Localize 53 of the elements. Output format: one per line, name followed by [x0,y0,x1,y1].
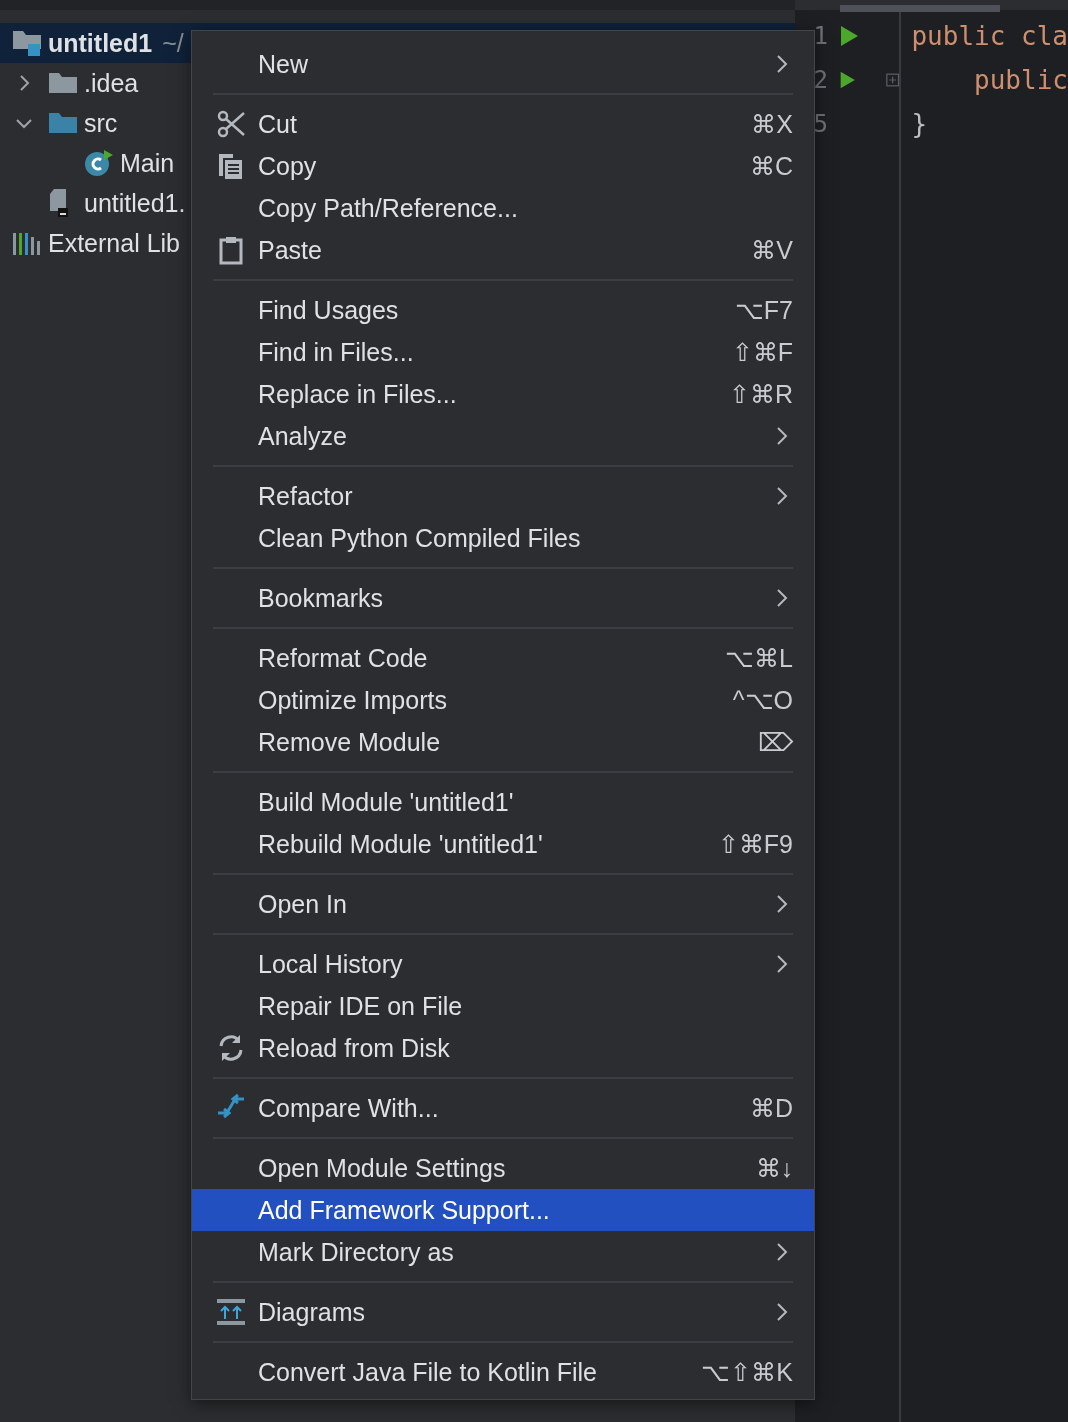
code-line: public [973,65,1068,95]
tree-label: untitled1. [84,188,186,218]
menu-item-label: Repair IDE on File [258,991,464,1021]
menu-item-label: Optimize Imports [258,685,448,715]
menu-item-label: Refactor [258,481,354,511]
menu-item-label: Reload from Disk [258,1033,451,1063]
menu-item-label: Paste [258,235,323,265]
line-number: 2 [813,66,828,94]
shortcut: ⌥⌘L [725,643,793,673]
shortcut: ⌥F7 [734,295,793,325]
menu-item-label: Compare With... [258,1093,440,1123]
menu-item-label: Local History [258,949,404,979]
menu-item-label: Open In [258,889,348,919]
shortcut: ⌘D [749,1093,793,1123]
tree-label: Main [120,148,175,178]
menu-item-label: Add Framework Support... [258,1195,551,1225]
shortcut: ⌘X [751,109,793,139]
menu-item-label: Mark Directory as [258,1237,455,1267]
menu-item-label: Copy [258,151,318,181]
code-line: public cla [911,21,1068,51]
shortcut: ⌦ [758,727,793,757]
tree-label: External Lib [48,228,181,258]
menu-item-label: Diagrams [258,1297,366,1327]
shortcut: ^⌥O [732,685,793,715]
code-line: } [911,109,928,139]
menu-item-label: Copy Path/Reference... [258,193,519,223]
tree-label: src [84,108,118,138]
shortcut: ⇧⌘R [728,379,793,409]
menu-item-label: Clean Python Compiled Files [258,523,582,553]
shortcut: ⌘V [751,235,793,265]
menu-item-label: Analyze [258,421,348,451]
tree-label: untitled1 [48,28,153,58]
tree-label: .idea [84,68,139,98]
menu-item-label: Reformat Code [258,643,429,673]
menu-item-label: Open Module Settings [258,1153,507,1183]
menu-item-label: Bookmarks [258,583,385,613]
menu-item-label: Rebuild Module 'untitled1' [258,829,544,859]
shortcut: ⇧⌘F9 [717,829,793,859]
shortcut: ⌘↓ [755,1153,793,1183]
menu-item-label: New [258,49,309,79]
shortcut: ⌥⇧⌘K [701,1357,793,1387]
menu-item-label: Build Module 'untitled1' [258,787,515,817]
menu-item-label: Convert Java File to Kotlin File [258,1357,599,1387]
menu-item-label: Remove Module [258,727,442,757]
menu-item-label: Cut [258,109,298,139]
shortcut: ⌘C [749,151,793,181]
line-number: 1 [813,22,828,50]
shortcut: ⇧⌘F [731,337,793,367]
line-number: 5 [813,110,828,138]
menu-item-label: Find in Files... [258,337,415,367]
project-path: ~/ [162,28,184,58]
menu-item-label: Find Usages [258,295,400,325]
menu-item-label: Replace in Files... [258,379,458,409]
